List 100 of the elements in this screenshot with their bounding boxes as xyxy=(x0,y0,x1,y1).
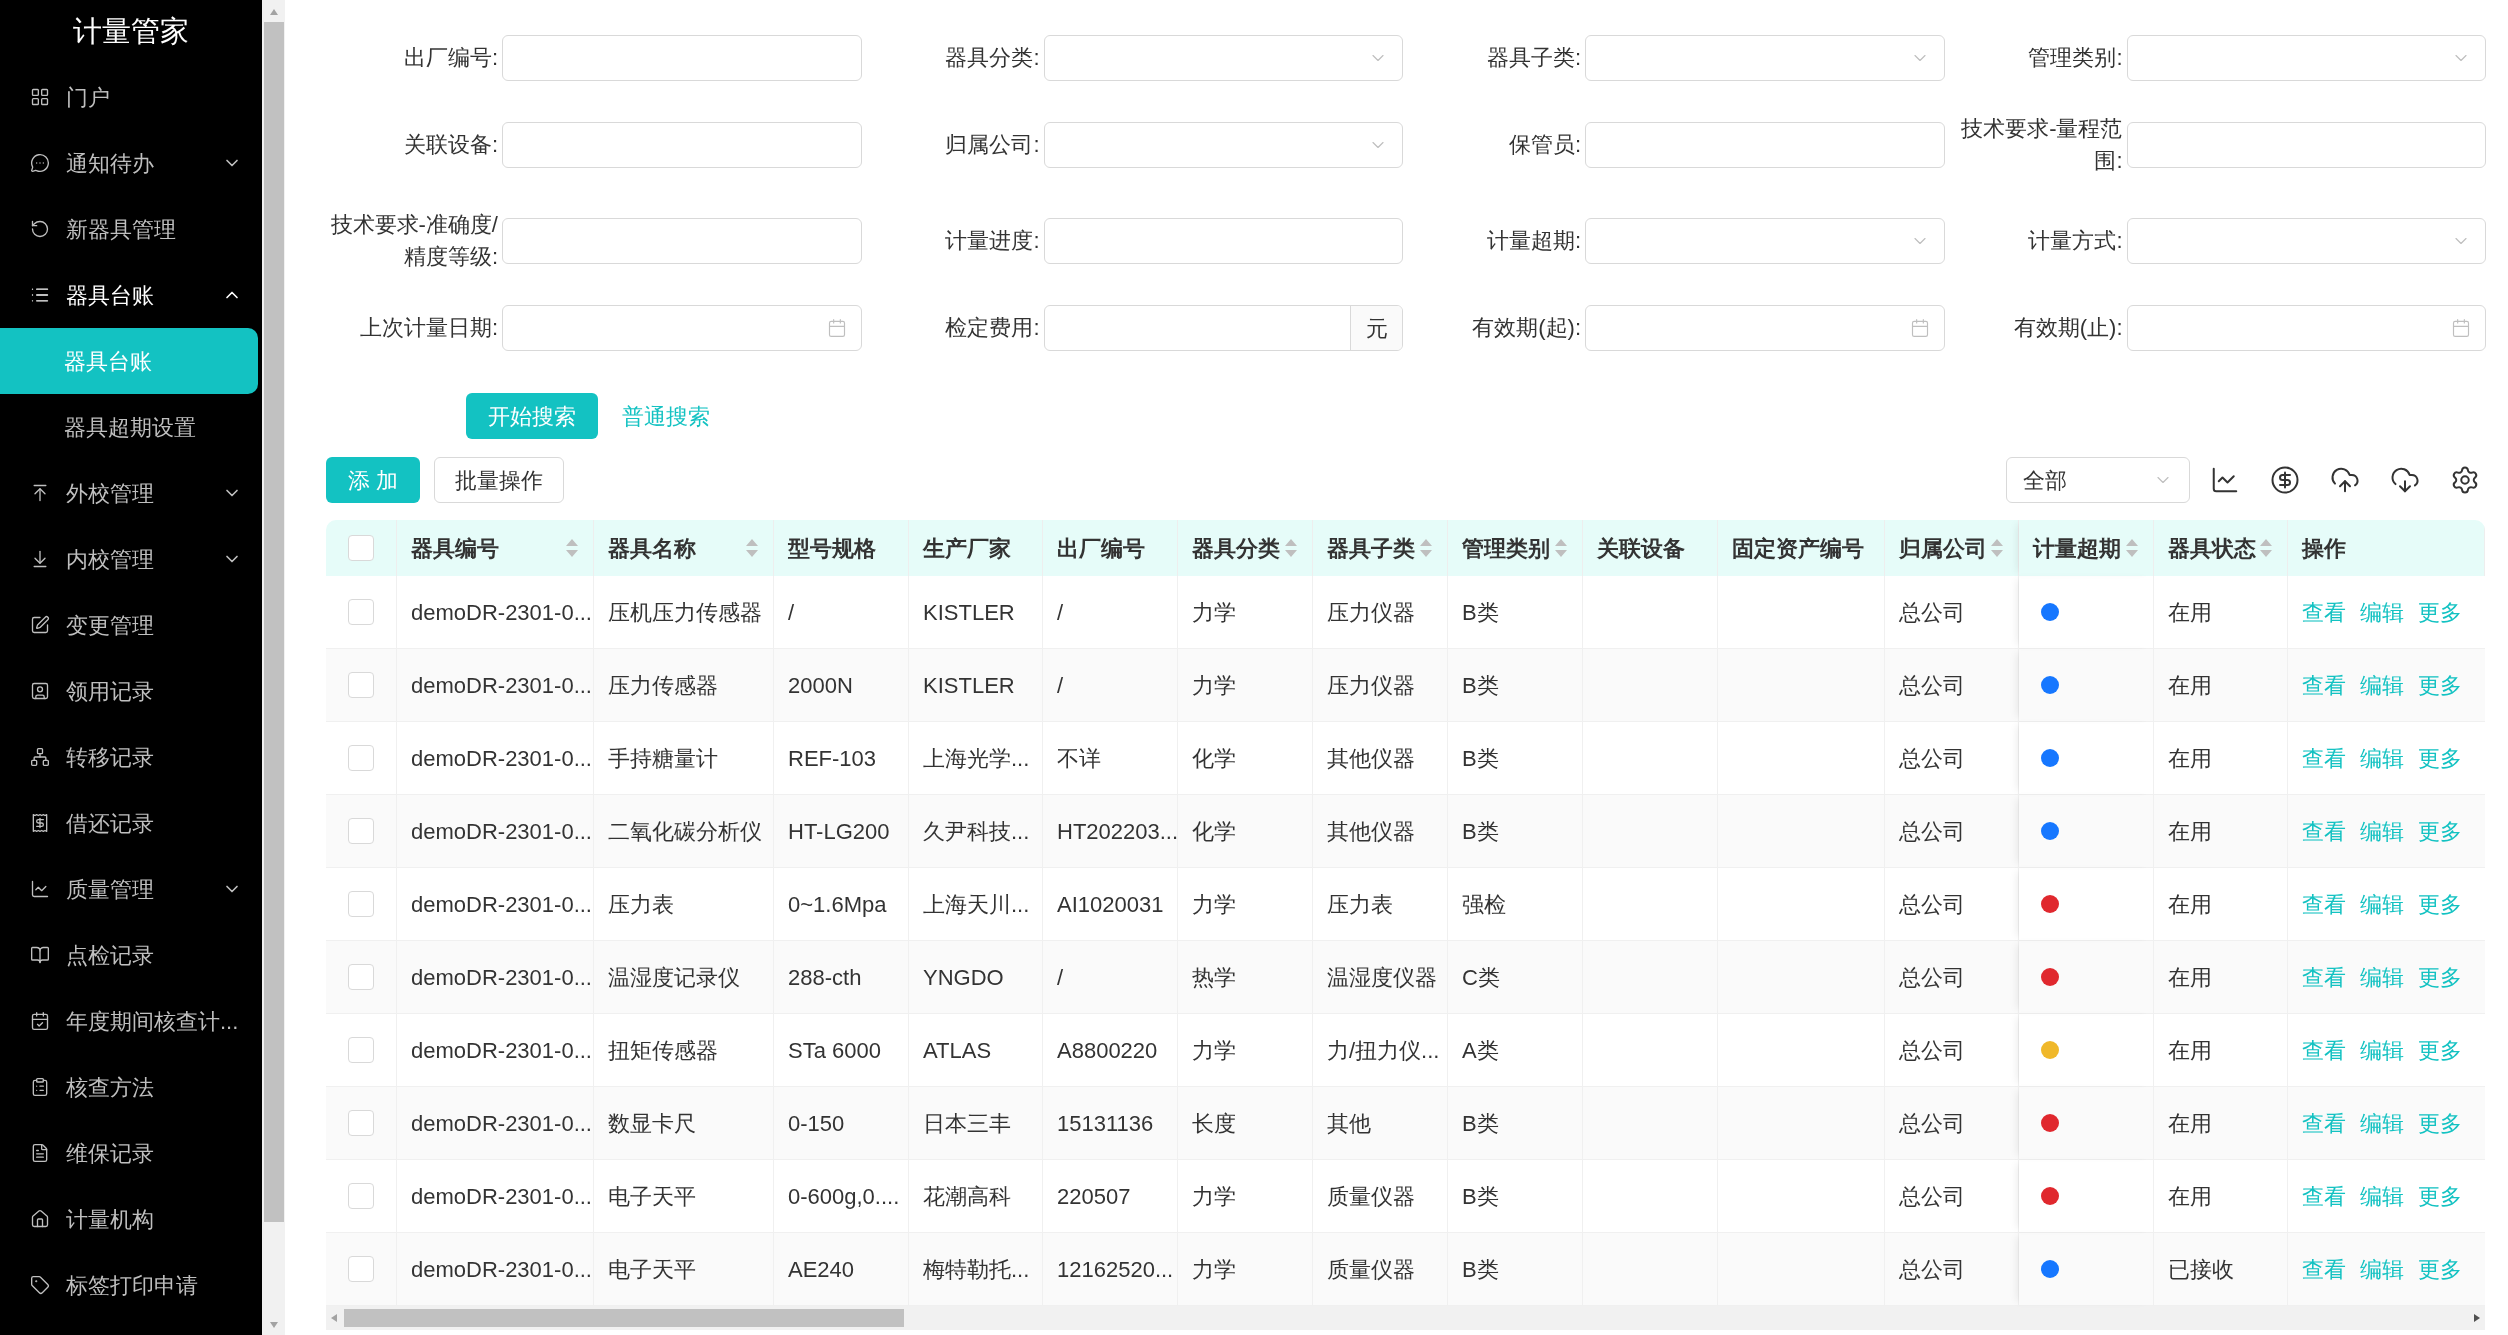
checkbox[interactable] xyxy=(348,1256,374,1282)
sidebar-item[interactable]: 计量机构 xyxy=(0,1186,262,1252)
action-link[interactable]: 编辑 xyxy=(2360,1106,2404,1140)
sidebar-item[interactable]: 器具台账 xyxy=(0,328,258,394)
sidebar-item[interactable]: 维保记录 xyxy=(0,1120,262,1186)
sort-icon[interactable] xyxy=(565,537,579,559)
sort-icon[interactable] xyxy=(2125,537,2139,559)
sidebar-item[interactable]: 通知待办 xyxy=(0,130,262,196)
settings-icon[interactable] xyxy=(2450,465,2480,495)
action-link[interactable]: 查看 xyxy=(2302,741,2346,775)
select-field[interactable] xyxy=(1585,218,1945,264)
action-link[interactable]: 编辑 xyxy=(2360,668,2404,702)
action-link[interactable]: 查看 xyxy=(2302,1033,2346,1067)
action-link[interactable]: 更多 xyxy=(2418,960,2462,994)
sidebar-item[interactable]: 质量管理 xyxy=(0,856,262,922)
sidebar-item[interactable]: 内校管理 xyxy=(0,526,262,592)
checkbox[interactable] xyxy=(348,745,374,771)
action-link[interactable]: 查看 xyxy=(2302,960,2346,994)
action-link[interactable]: 编辑 xyxy=(2360,1252,2404,1286)
date-field[interactable] xyxy=(1585,305,1945,351)
action-link[interactable]: 更多 xyxy=(2418,741,2462,775)
scope-select[interactable]: 全部 xyxy=(2006,457,2190,503)
date-field[interactable] xyxy=(2126,305,2486,351)
sidebar-item[interactable]: 新器具管理 xyxy=(0,196,262,262)
sidebar-item[interactable]: 标签打印申请 xyxy=(0,1252,262,1318)
action-link[interactable]: 编辑 xyxy=(2360,595,2404,629)
sidebar-item[interactable]: 外校管理 xyxy=(0,460,262,526)
action-link[interactable]: 查看 xyxy=(2302,1106,2346,1140)
action-link[interactable]: 查看 xyxy=(2302,595,2346,629)
sidebar-item[interactable]: 借还记录 xyxy=(0,790,262,856)
text-field[interactable] xyxy=(2126,122,2486,168)
horizontal-scrollbar[interactable] xyxy=(326,1306,2485,1330)
line-chart-icon[interactable] xyxy=(2210,465,2240,495)
sidebar-item[interactable]: 变更管理 xyxy=(0,592,262,658)
action-link[interactable]: 更多 xyxy=(2418,668,2462,702)
select-field[interactable] xyxy=(1043,122,1403,168)
sort-icon[interactable] xyxy=(1419,537,1433,559)
scrollbar[interactable] xyxy=(262,0,285,1335)
scroll-right-icon[interactable] xyxy=(2473,1313,2481,1323)
scrollbar-thumb[interactable] xyxy=(263,22,284,1222)
action-link[interactable]: 查看 xyxy=(2302,887,2346,921)
action-link[interactable]: 查看 xyxy=(2302,668,2346,702)
action-link[interactable]: 查看 xyxy=(2302,814,2346,848)
select-field[interactable] xyxy=(1043,35,1403,81)
action-link[interactable]: 查看 xyxy=(2302,1252,2346,1286)
search-button[interactable]: 开始搜索 xyxy=(466,393,598,439)
sidebar-item[interactable]: 年度期间核查计... xyxy=(0,988,262,1054)
text-field[interactable] xyxy=(502,122,862,168)
sort-icon[interactable] xyxy=(2259,537,2273,559)
amount-field[interactable]: 元 xyxy=(1043,305,1403,351)
checkbox[interactable] xyxy=(348,599,374,625)
sidebar-item[interactable]: 器具台账 xyxy=(0,262,262,328)
sort-icon[interactable] xyxy=(745,537,759,559)
action-link[interactable]: 编辑 xyxy=(2360,814,2404,848)
sort-icon[interactable] xyxy=(1990,537,2004,559)
action-link[interactable]: 查看 xyxy=(2302,1179,2346,1213)
checkbox[interactable] xyxy=(348,535,374,561)
checkbox[interactable] xyxy=(348,672,374,698)
upload-icon[interactable] xyxy=(2330,465,2360,495)
action-link[interactable]: 编辑 xyxy=(2360,1033,2404,1067)
download-icon[interactable] xyxy=(2390,465,2420,495)
sidebar-item[interactable]: 核查方法 xyxy=(0,1054,262,1120)
action-link[interactable]: 更多 xyxy=(2418,814,2462,848)
select-field[interactable] xyxy=(2126,218,2486,264)
date-field[interactable] xyxy=(502,305,862,351)
action-link[interactable]: 编辑 xyxy=(2360,1179,2404,1213)
text-field[interactable] xyxy=(1585,122,1945,168)
checkbox[interactable] xyxy=(348,964,374,990)
add-button[interactable]: 添 加 xyxy=(326,457,421,503)
scroll-up-icon[interactable] xyxy=(268,8,279,16)
action-link[interactable]: 更多 xyxy=(2418,1252,2462,1286)
checkbox[interactable] xyxy=(348,1110,374,1136)
text-field[interactable] xyxy=(1043,218,1403,264)
sidebar-item[interactable]: 器具超期设置 xyxy=(0,394,262,460)
select-field[interactable] xyxy=(1585,35,1945,81)
action-link[interactable]: 编辑 xyxy=(2360,741,2404,775)
sidebar-item[interactable]: 领用记录 xyxy=(0,658,262,724)
scroll-left-icon[interactable] xyxy=(330,1313,338,1323)
batch-button[interactable]: 批量操作 xyxy=(434,457,565,503)
action-link[interactable]: 更多 xyxy=(2418,887,2462,921)
action-link[interactable]: 更多 xyxy=(2418,1106,2462,1140)
checkbox[interactable] xyxy=(348,1183,374,1209)
checkbox[interactable] xyxy=(348,818,374,844)
action-link[interactable]: 更多 xyxy=(2418,1033,2462,1067)
scrollbar-thumb[interactable] xyxy=(344,1309,904,1327)
dollar-icon[interactable] xyxy=(2270,465,2300,495)
action-link[interactable]: 编辑 xyxy=(2360,960,2404,994)
text-field[interactable] xyxy=(502,35,862,81)
action-link[interactable]: 更多 xyxy=(2418,1179,2462,1213)
sort-icon[interactable] xyxy=(1554,537,1568,559)
action-link[interactable]: 更多 xyxy=(2418,595,2462,629)
scroll-down-icon[interactable] xyxy=(268,1321,279,1329)
sidebar-item[interactable]: 门户 xyxy=(0,64,262,130)
select-field[interactable] xyxy=(2126,35,2486,81)
simple-search-link[interactable]: 普通搜索 xyxy=(622,399,710,433)
checkbox[interactable] xyxy=(348,1037,374,1063)
sidebar-item[interactable]: 点检记录 xyxy=(0,922,262,988)
sidebar-item[interactable]: 转移记录 xyxy=(0,724,262,790)
sort-icon[interactable] xyxy=(1284,537,1298,559)
text-field[interactable] xyxy=(502,218,862,264)
